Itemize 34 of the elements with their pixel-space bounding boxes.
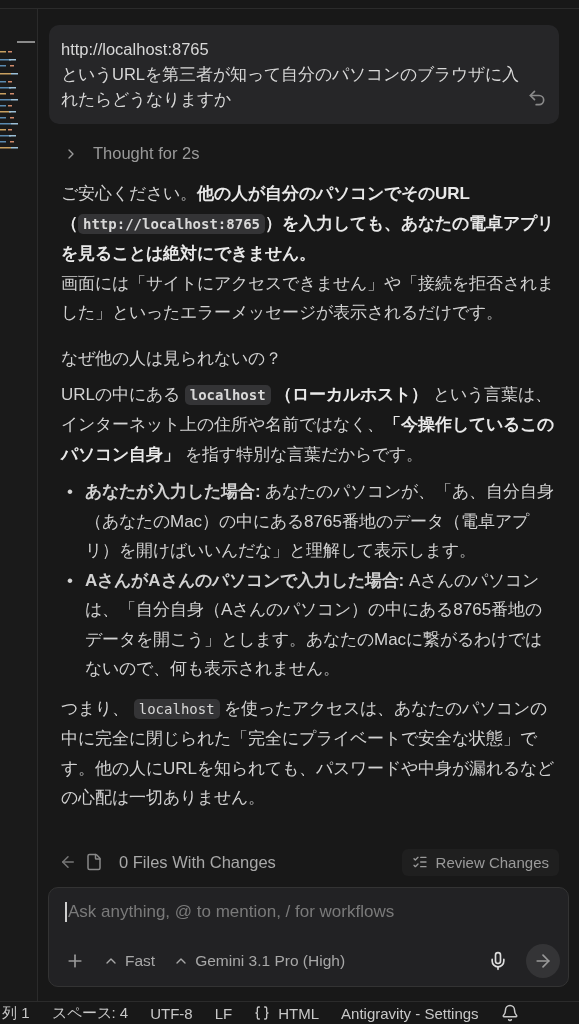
notification-icon[interactable] [500,1004,519,1022]
bullet-marker: • [67,481,74,503]
status-item[interactable]: Antigravity - Settings [341,1004,479,1022]
answer-paragraph: 画面には「サイトにアクセスできません」や「接続を拒否されました」といったエラーメッセージが表示されるだけです。 [61,272,555,324]
model-picker[interactable]: Gemini 3.1 Pro (High) [173,952,346,970]
chat-input[interactable]: Ask anything, @ to mention, / for workflows [65,902,560,922]
send-button[interactable] [526,944,560,978]
code-snippet: localhost [133,698,220,719]
braces-icon [254,1005,271,1021]
answer-paragraph: つまり、 localhost を使ったアクセスは、あなたのパソコンの中に完全に閉じられた「完全にプライベートで安全な状態」です。他の人にURLを知られても、パスワードや中身が漏れるなどの心配は一切ありません。 [61,697,555,809]
status-item[interactable]: UTF-8 [150,1004,193,1022]
message-text: http://localhost:8765 [61,39,210,60]
undo-icon[interactable] [527,88,547,108]
thought-toggle[interactable]: Thought for 2s [63,144,559,163]
section-heading: なぜ他の人は見られないの？ [61,347,283,370]
bullet-text: AさんがAさんのパソコンで入力した場合: Aさんのパソコンは、「自分自身（Aさんのパソコン）の中にある8765番地のデータを開こう」とします。あなたのMacに繋がるわけではないので、何も表示されません。 [85,569,544,680]
file-icon [85,853,103,871]
answer-paragraph: ご安心ください。他の人が自分のパソコンでそのURL（ http://localhost:8765 ）を入力しても、あなたの電卓アプリを見ることは絶対にできません。 [61,183,555,265]
bullet-text: あなたが入力した場合: あなたのパソコンが、「あ、自分自身（あなたのMac）の中にある8765番地のデータ（電卓アプリ）を開けばいいんだな」と理解して表示します。 [85,481,556,562]
answer-paragraph: URLの中にある localhost （ローカルホスト） という言葉は、インターネット上の住所や名前ではなく、「今操作しているこのパソコン自身」 を指す特別な言葉だからです。 [61,383,555,466]
microphone-icon [488,951,508,971]
status-item[interactable]: LF [214,1004,233,1022]
status-item[interactable]: 列 1 [2,1003,30,1023]
status-item[interactable]: HTML [254,1004,320,1022]
changes-label: 0 Files With Changes [119,852,277,872]
status-item[interactable]: スペース: 4 [51,1003,129,1023]
message-text: というURLを第三者が知って自分のパソコンのブラウザに入れたらどうなりますか [61,64,519,110]
checklist-icon [411,854,428,870]
code-snippet: localhost [184,384,271,405]
back-icon[interactable] [59,853,77,871]
review-changes-button[interactable]: Review Changes [401,848,559,876]
code-snippet: http://localhost:8765 [78,213,265,234]
mode-picker[interactable]: Fast [103,952,156,970]
bullet-marker: • [67,569,74,592]
